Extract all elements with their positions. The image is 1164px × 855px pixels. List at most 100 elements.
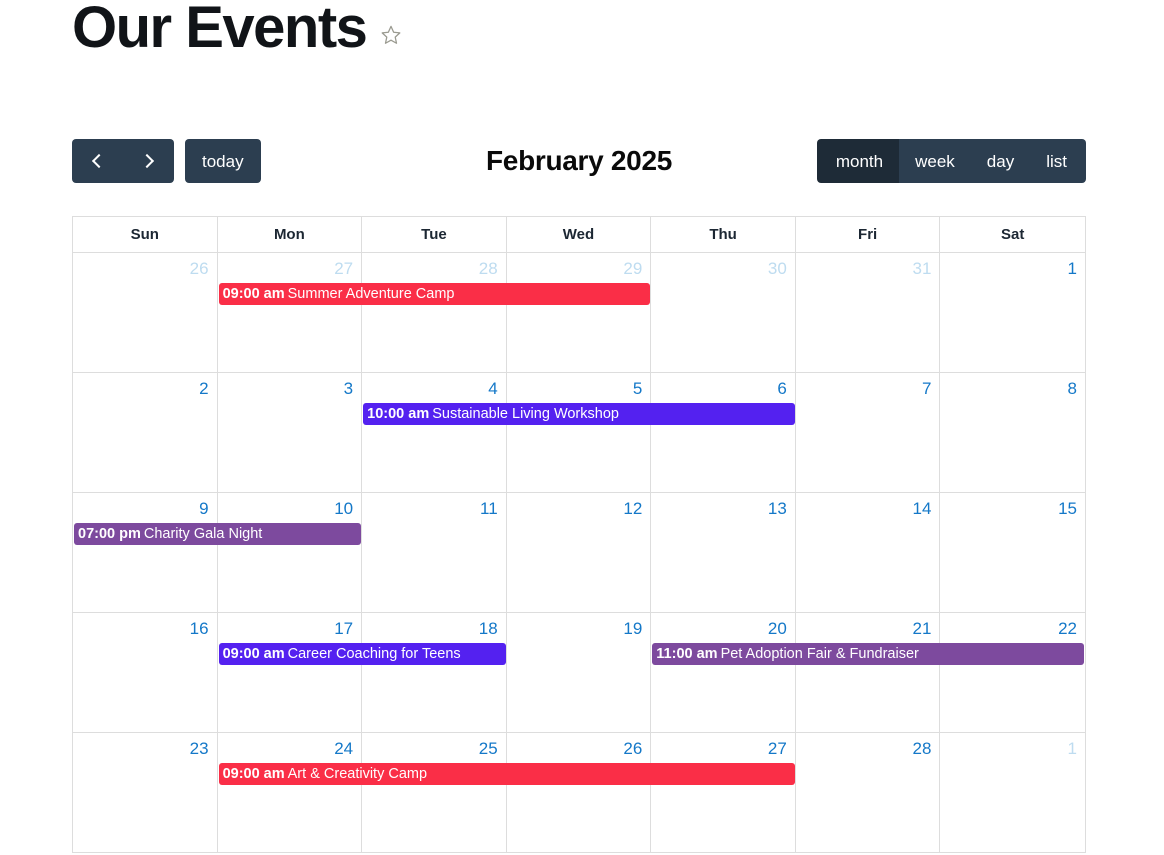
day-cell[interactable]: 10 (218, 493, 363, 612)
day-cell[interactable]: 23 (73, 733, 218, 852)
event-title: Pet Adoption Fair & Fundraiser (720, 646, 919, 662)
day-cell[interactable]: 16 (73, 613, 218, 732)
calendar-event[interactable]: 10:00 am Sustainable Living Workshop (363, 403, 795, 425)
nav-button-group (72, 139, 174, 183)
day-cell[interactable]: 11 (362, 493, 507, 612)
event-time: 09:00 am (222, 646, 285, 662)
day-cell[interactable]: 21 (796, 613, 941, 732)
day-number: 5 (632, 379, 643, 398)
day-number: 20 (767, 619, 787, 638)
day-cell[interactable]: 9 (73, 493, 218, 612)
events-page: Our Events today February 2025 month wee… (0, 0, 1164, 855)
day-number: 7 (921, 379, 932, 398)
day-cell-row: 26 27 28 29 30 31 1 (73, 253, 1085, 372)
day-cell[interactable]: 24 (218, 733, 363, 852)
view-switcher: month week day list (816, 139, 1086, 183)
star-outline-icon[interactable] (380, 24, 402, 51)
day-number: 13 (767, 499, 787, 518)
day-number: 14 (912, 499, 932, 518)
day-header-mon: Mon (218, 217, 363, 252)
day-number: 16 (189, 619, 209, 638)
view-button-week[interactable]: week (899, 139, 971, 183)
day-cell-row: 16 17 18 19 20 21 22 (73, 613, 1085, 732)
day-cell[interactable]: 26 (507, 733, 652, 852)
day-cell[interactable]: 8 (940, 373, 1085, 492)
day-cell[interactable]: 1 (940, 733, 1085, 852)
event-title: Sustainable Living Workshop (432, 406, 619, 422)
day-of-week-header-row: Sun Mon Tue Wed Thu Fri Sat (73, 217, 1085, 253)
day-header-wed: Wed (507, 217, 652, 252)
event-title: Career Coaching for Teens (287, 646, 461, 662)
day-number: 10 (334, 499, 354, 518)
day-cell-row: 23 24 25 26 27 28 1 (73, 733, 1085, 852)
view-button-day[interactable]: day (970, 139, 1031, 183)
calendar-week-row: 16 17 18 19 20 21 22 09:00 am Career Coaching fo… (73, 613, 1085, 733)
day-cell[interactable]: 30 (651, 253, 796, 372)
calendar-week-rows: 26 27 28 29 30 31 1 09:00 am Summer Adventure Ca… (73, 253, 1085, 853)
day-number: 8 (1067, 379, 1077, 398)
day-number: 25 (478, 739, 498, 758)
event-time: 11:00 am (656, 646, 718, 662)
calendar-event[interactable]: 09:00 am Summer Adventure Camp (218, 283, 651, 305)
calendar-toolbar: today February 2025 month week day list (72, 139, 1086, 183)
day-cell[interactable]: 4 (362, 373, 507, 492)
event-title: Summer Adventure Camp (287, 286, 455, 302)
calendar-event[interactable]: 11:00 am Pet Adoption Fair & Fundraiser (652, 643, 1084, 665)
day-header-fri: Fri (796, 217, 941, 252)
calendar-event[interactable]: 07:00 pm Charity Gala Night (74, 523, 362, 545)
event-time: 07:00 pm (78, 526, 141, 542)
day-cell[interactable]: 29 (507, 253, 652, 372)
day-number: 1 (1067, 259, 1077, 278)
day-cell[interactable]: 27 (218, 253, 363, 372)
day-number: 4 (488, 379, 498, 398)
day-cell[interactable]: 27 (651, 733, 796, 852)
day-number: 30 (767, 259, 787, 278)
day-cell[interactable]: 20 (651, 613, 796, 732)
day-cell[interactable]: 13 (651, 493, 796, 612)
calendar-event[interactable]: 09:00 am Art & Creativity Camp (218, 763, 795, 785)
day-number: 11 (480, 499, 498, 518)
day-number: 21 (912, 619, 932, 638)
day-number: 6 (777, 379, 787, 398)
day-number: 12 (623, 499, 643, 518)
day-cell[interactable]: 28 (362, 253, 507, 372)
prev-period-button[interactable] (72, 139, 123, 183)
calendar-event[interactable]: 09:00 am Career Coaching for Teens (218, 643, 506, 665)
day-cell[interactable]: 18 (362, 613, 507, 732)
view-button-list[interactable]: list (1030, 139, 1086, 183)
day-cell[interactable]: 14 (796, 493, 941, 612)
event-title: Art & Creativity Camp (287, 766, 428, 782)
chevron-left-icon (91, 153, 107, 169)
view-button-month[interactable]: month (816, 139, 900, 183)
calendar-week-row: 2 3 4 5 6 7 8 10:00 am Sustainable Living Worksh… (73, 373, 1085, 493)
day-header-thu: Thu (651, 217, 796, 252)
day-number: 2 (199, 379, 209, 398)
page-header: Our Events (72, 0, 402, 60)
day-cell[interactable]: 5 (507, 373, 652, 492)
day-header-tue: Tue (362, 217, 507, 252)
day-cell[interactable]: 6 (651, 373, 796, 492)
day-cell[interactable]: 2 (73, 373, 218, 492)
day-number: 24 (334, 739, 354, 758)
event-time: 09:00 am (222, 766, 285, 782)
day-cell[interactable]: 12 (507, 493, 652, 612)
day-cell[interactable]: 28 (796, 733, 941, 852)
month-calendar-grid: Sun Mon Tue Wed Thu Fri Sat 26 27 28 29 30 31… (72, 216, 1086, 853)
day-cell[interactable]: 19 (507, 613, 652, 732)
day-cell[interactable]: 17 (218, 613, 363, 732)
day-cell[interactable]: 31 (796, 253, 941, 372)
next-period-button[interactable] (123, 139, 174, 183)
day-cell[interactable]: 22 (940, 613, 1085, 732)
day-number: 3 (343, 379, 354, 398)
today-button[interactable]: today (185, 139, 261, 183)
day-cell[interactable]: 3 (218, 373, 363, 492)
day-number: 27 (334, 259, 354, 278)
day-number: 19 (623, 619, 643, 638)
day-cell[interactable]: 25 (362, 733, 507, 852)
day-cell[interactable]: 26 (73, 253, 218, 372)
day-cell[interactable]: 7 (796, 373, 941, 492)
day-cell[interactable]: 1 (940, 253, 1085, 372)
day-header-sun: Sun (73, 217, 218, 252)
day-cell[interactable]: 15 (940, 493, 1085, 612)
calendar-week-row: 26 27 28 29 30 31 1 09:00 am Summer Adventure Ca… (73, 253, 1085, 373)
